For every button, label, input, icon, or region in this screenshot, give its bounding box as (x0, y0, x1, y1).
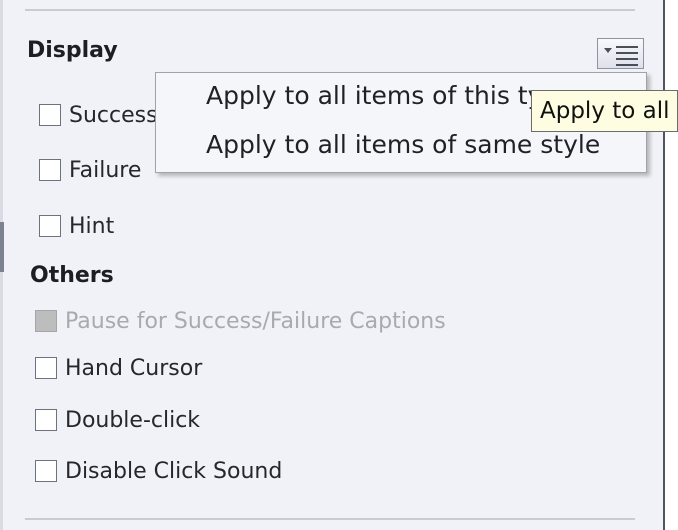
section-divider-top (25, 9, 635, 11)
failure-checkbox[interactable] (39, 159, 61, 181)
properties-panel: Display Success Failure Hint Others Paus… (0, 0, 678, 530)
failure-label: Failure (69, 157, 142, 183)
checkbox-hint[interactable]: Hint (39, 211, 114, 241)
disable-click-sound-checkbox[interactable] (35, 460, 57, 482)
success-checkbox[interactable] (39, 104, 61, 126)
success-label: Success (69, 102, 158, 128)
display-heading: Display (27, 38, 118, 63)
checkbox-success[interactable]: Success (39, 100, 158, 130)
double-click-checkbox[interactable] (35, 409, 57, 431)
menu-item-apply-this-type[interactable]: Apply to all items of this type (206, 81, 574, 110)
hand-cursor-checkbox[interactable] (35, 357, 57, 379)
double-click-label: Double-click (65, 407, 201, 433)
pause-captions-checkbox (35, 310, 57, 332)
others-heading: Others (30, 263, 114, 288)
list-options-icon[interactable] (597, 38, 644, 69)
checkbox-hand-cursor[interactable]: Hand Cursor (35, 353, 202, 383)
checkbox-double-click[interactable]: Double-click (35, 405, 200, 435)
hint-checkbox[interactable] (39, 215, 61, 237)
panel-resize-handle[interactable] (0, 222, 4, 272)
checkbox-disable-click-sound[interactable]: Disable Click Sound (35, 456, 282, 486)
hand-cursor-label: Hand Cursor (65, 355, 203, 381)
pause-captions-label: Pause for Success/Failure Captions (65, 308, 446, 334)
menu-item-apply-same-style[interactable]: Apply to all items of same style (206, 130, 600, 159)
checkbox-pause-captions: Pause for Success/Failure Captions (35, 306, 446, 336)
hint-label: Hint (69, 213, 115, 239)
disable-click-sound-label: Disable Click Sound (65, 458, 283, 484)
dropdown-arrow-icon (604, 48, 612, 53)
panel-right-gutter (665, 0, 678, 530)
tooltip: Apply to all (531, 90, 678, 132)
checkbox-failure[interactable]: Failure (39, 155, 141, 185)
section-divider-bottom (25, 518, 635, 520)
